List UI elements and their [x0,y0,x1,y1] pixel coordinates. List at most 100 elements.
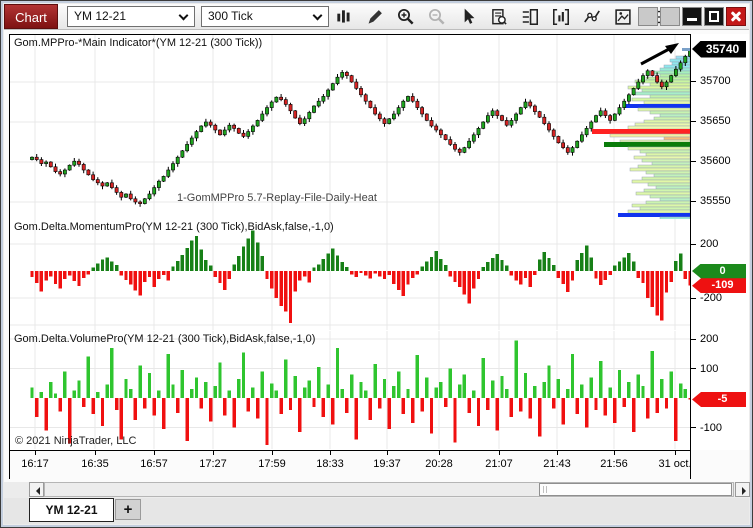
cursor-icon[interactable] [458,7,478,27]
chart-window: Chart YM 12-21 300 Tick Gom.MPPro-*Main … [0,0,753,528]
volume-profile-row [634,122,690,127]
chart-style-icon[interactable] [334,7,354,27]
volume-profile-row [645,76,690,81]
volume-profile-row [637,107,690,112]
volume-profile-row [624,104,690,108]
time-label: 16:57 [140,458,168,470]
data-box-icon[interactable] [489,7,509,27]
time-label: 20:28 [425,458,453,470]
instrument-select-value: YM 12-21 [74,9,127,23]
y-axis-tick: 35550 [691,195,731,207]
arrow-annotation-head [665,43,679,54]
time-tick [387,450,388,455]
y-axis-tick: 35700 [691,75,731,87]
instrument-select[interactable]: YM 12-21 [67,6,195,27]
volume-profile-row [649,110,690,115]
interval-select[interactable]: 300 Tick [201,6,329,27]
volume-profile-row [635,191,690,196]
maximize-button[interactable] [704,7,724,26]
horizontal-scrollbar[interactable] [29,482,750,497]
volume-profile-row [634,91,690,96]
volume-panel[interactable]: Gom.Delta.VolumePro(YM 12-21 (300 Tick),… [9,331,691,451]
momentum-panel[interactable]: Gom.Delta.MomentumPro(YM 12-21 (300 Tick… [9,219,691,332]
volume-profile-row [639,149,690,154]
copyright-text: © 2021 NinjaTrader, LLC [15,435,137,447]
volume-profile-row [592,129,690,134]
main-price-panel[interactable]: Gom.MPPro-*Main Indicator*(YM 12-21 (300… [9,34,691,220]
arrow-annotation [640,46,672,66]
indicator-value-tag: -109 [692,278,746,294]
time-tick [499,450,500,455]
indicator-value-tag: -5 [692,391,746,407]
price-axis[interactable]: 35700 35650 35600 35550 35740 200 -200 0 -109 200… [691,34,749,450]
window-menu-button[interactable] [638,7,658,26]
volume-profile-row [619,139,690,143]
chevron-down-icon [178,10,189,21]
time-label: 16:17 [21,458,49,470]
volume-profile-row [609,133,690,138]
last-price-tag: 35740 [692,40,746,58]
scroll-left-button[interactable] [29,482,44,497]
y-axis-tick: 200 [691,238,718,250]
volume-profile-row [604,142,690,147]
indicators-icon[interactable] [551,7,571,27]
panel3-indicator-label: Gom.Delta.VolumePro(YM 12-21 (300 Tick),… [14,333,316,345]
volume-profile-row [645,170,690,175]
volume-profile-row [629,167,690,172]
minimize-button[interactable] [682,7,702,26]
time-axis[interactable]: 16:17 16:35 16:57 17:27 17:59 18:33 19:37 20:28… [9,450,692,479]
time-label: 19:37 [373,458,401,470]
volume-profile-row [643,188,690,193]
scrollbar-track[interactable] [44,482,734,497]
zoom-in-icon[interactable] [396,7,416,27]
scroll-right-button[interactable] [735,482,750,497]
time-tick [95,450,96,455]
volume-profile-row [631,97,690,102]
y-axis-tick: 200 [691,333,718,345]
volume-profile-row [653,173,690,178]
volume-profile-row [643,119,690,124]
momentum-histogram [10,219,690,330]
window-menu-chart[interactable]: Chart [4,4,58,29]
tab-ym-12-21[interactable]: YM 12-21 [29,498,114,522]
tab-strip: YM 12-21 + [4,498,749,524]
volume-profile-row [675,55,690,60]
scrollbar-thumb[interactable] [539,483,732,496]
close-button[interactable] [726,7,746,26]
title-bar: Chart YM 12-21 300 Tick [4,4,749,30]
drawing-objects-icon[interactable] [582,7,602,27]
toolbar [334,7,664,27]
chart-trader-icon[interactable] [520,7,540,27]
time-tick [35,450,36,455]
time-label: 16:35 [81,458,109,470]
right-arrow-icon [742,486,750,495]
volume-profile-row [663,64,690,69]
y-axis-tick: 35600 [691,155,731,167]
y-axis-tick: 100 [691,363,718,375]
zoom-out-icon [427,7,447,27]
volume-profile-row [649,94,690,99]
volume-profile-row [647,182,690,187]
snapshot-icon[interactable] [613,7,633,27]
time-label: 17:59 [258,458,286,470]
volume-profile-row [659,113,690,118]
volume-profile-row [627,146,690,151]
indicator-watermark: 1-GomMPPro 5.7-Replay-File-Daily-Heat [177,192,377,204]
add-tab-button[interactable]: + [115,499,141,520]
window-controls [638,7,746,26]
volume-profile-row [618,213,690,217]
time-label: 17:27 [199,458,227,470]
time-label: 21:07 [485,458,513,470]
volume-profile-row [645,152,690,157]
volume-histogram [10,331,690,449]
window-menu-button[interactable] [660,7,680,26]
drawing-tools-icon[interactable] [365,7,385,27]
indicator-value-tag: 0 [692,263,746,279]
volume-profile-row [641,176,690,181]
time-tick [439,450,440,455]
time-label: 21:43 [543,458,571,470]
time-label: 31 oct. [658,458,692,470]
volume-profile-row [651,161,690,166]
time-tick [272,450,273,455]
volume-profile-row [637,164,690,169]
